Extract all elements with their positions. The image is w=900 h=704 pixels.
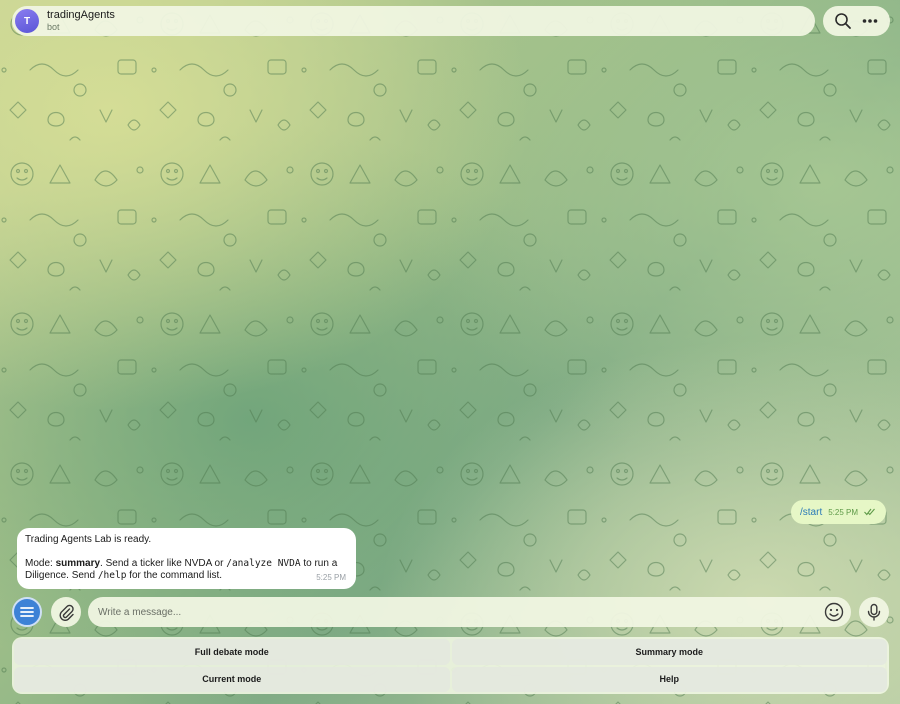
help-button[interactable]: Help	[451, 666, 887, 692]
chat-header[interactable]: T tradingAgents bot	[12, 6, 815, 36]
emoji-icon	[824, 602, 844, 622]
chat-subtitle: bot	[47, 22, 60, 32]
microphone-button[interactable]	[859, 597, 889, 627]
current-mode-button[interactable]: Current mode	[14, 666, 450, 692]
avatar[interactable]: T	[15, 9, 39, 33]
search-button[interactable]	[831, 9, 855, 33]
mode-prefix: Mode:	[25, 558, 56, 569]
more-icon	[862, 19, 878, 23]
mode-value: summary	[55, 558, 101, 569]
incoming-message[interactable]: Trading Agents Lab is ready. Mode: summa…	[17, 528, 356, 589]
search-icon	[834, 13, 851, 29]
mode-text-c: for the command list.	[126, 570, 223, 581]
bot-menu-button[interactable]	[12, 597, 42, 627]
help-command[interactable]: /help	[98, 570, 127, 581]
menu-icon	[20, 607, 34, 617]
paperclip-icon	[59, 604, 74, 621]
full-debate-mode-button[interactable]: Full debate mode	[14, 639, 450, 665]
chat-title-block: tradingAgents bot	[47, 9, 115, 33]
incoming-message-line1: Trading Agents Lab is ready.	[25, 534, 152, 545]
attach-button[interactable]	[51, 597, 81, 627]
mode-text-a: . Send a ticker like NVDA or	[100, 558, 227, 569]
outgoing-message[interactable]: /start 5:25 PM	[791, 500, 887, 524]
header-actions	[823, 6, 890, 36]
incoming-message-body: Mode: summary. Send a ticker like NVDA o…	[25, 558, 348, 582]
microphone-icon	[867, 603, 881, 621]
more-button[interactable]	[858, 9, 882, 33]
message-input[interactable]	[98, 606, 798, 618]
reply-keyboard: Full debate mode Summary mode Current mo…	[12, 637, 889, 694]
double-check-icon	[864, 508, 875, 516]
avatar-letter: T	[23, 15, 31, 27]
chat-window: T tradingAgents bot /start 5:25 PM Tradi…	[0, 0, 900, 704]
outgoing-message-time: 5:25 PM	[828, 507, 859, 517]
message-input-wrapper	[88, 597, 851, 627]
chat-title: tradingAgents	[47, 9, 115, 21]
incoming-message-time: 5:25 PM	[316, 573, 346, 582]
outgoing-message-text[interactable]: /start	[800, 507, 822, 518]
summary-mode-button[interactable]: Summary mode	[451, 639, 887, 665]
analyze-command[interactable]: /analyze NVDA	[226, 558, 300, 569]
emoji-button[interactable]	[823, 601, 845, 626]
